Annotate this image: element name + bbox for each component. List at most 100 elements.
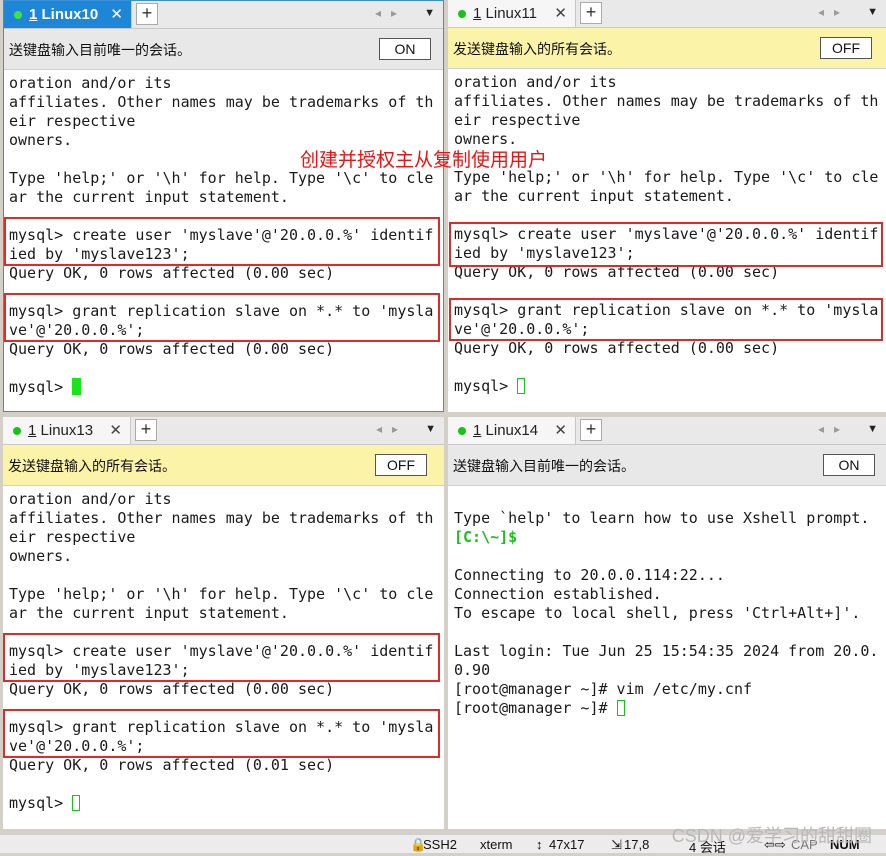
tab-bar: 1 Linux11 ✕ + ◂▸ ▼ <box>448 0 886 28</box>
tab-linux11[interactable]: 1 Linux11 ✕ <box>448 0 576 27</box>
terminal-size-icon: ↕ <box>536 837 543 852</box>
tab-linux14[interactable]: 1 Linux14 ✕ <box>448 417 576 444</box>
highlight-grant-replication <box>3 709 440 758</box>
terminal-line: Type 'help;' or '\h' for help. Type '\c'… <box>9 585 434 603</box>
mysql-prompt: mysql> <box>454 377 518 395</box>
send-input-bar: 送键盘输入目前唯一的会话。 ON <box>4 29 443 70</box>
terminal-line: oration and/or its <box>9 74 172 92</box>
tab-label: Linux14 <box>485 422 539 439</box>
mysql-prompt: mysql> <box>9 378 73 396</box>
send-input-toggle[interactable]: OFF <box>820 37 872 59</box>
tab-linux13[interactable]: 1 Linux13 ✕ <box>3 417 131 444</box>
terminal-line: Last login: Tue Jun 25 15:54:35 2024 fro… <box>454 642 879 660</box>
send-input-bar: 送键盘输入目前唯一的会话。 ON <box>448 445 886 486</box>
tab-scroll-arrows-icon[interactable]: ◂▸ <box>375 6 407 20</box>
terminal-line: oration and/or its <box>454 73 617 91</box>
tab-label: Linux11 <box>485 5 537 22</box>
tab-number: 1 <box>473 5 482 22</box>
terminal-line: Query OK, 0 rows affected (0.00 sec) <box>454 339 780 357</box>
tab-label: Linux10 <box>41 6 99 23</box>
send-input-label: 发送键盘输入的所有会话。 <box>453 41 621 57</box>
terminal-line: [root@manager ~]# vim /etc/my.cnf <box>454 680 753 698</box>
session-pane-linux10[interactable]: 1 Linux10 ✕ + ◂▸ ▼ 送键盘输入目前唯一的会话。 ON orat… <box>3 0 444 412</box>
terminal-line: ar the current input statement. <box>454 187 734 205</box>
connected-status-icon <box>13 427 21 435</box>
terminal-line: eir respective <box>454 111 581 129</box>
send-input-label: 送键盘输入目前唯一的会话。 <box>453 458 635 474</box>
tab-scroll-arrows-icon[interactable]: ◂▸ <box>376 422 408 436</box>
terminal-line: owners. <box>9 547 73 565</box>
cursor-position-icon: ⇲ <box>611 837 622 852</box>
tab-linux10[interactable]: 1 Linux10 ✕ <box>4 1 132 28</box>
tab-menu-dropdown-icon[interactable]: ▼ <box>425 423 436 435</box>
terminal-line: affiliates. Other names may be trademark… <box>9 93 434 111</box>
add-tab-button[interactable]: + <box>580 419 602 441</box>
xshell-local-prompt: [C:\~]$ <box>454 528 518 546</box>
tab-bar: 1 Linux10 ✕ + ◂▸ ▼ <box>4 1 443 29</box>
tab-menu-dropdown-icon[interactable]: ▼ <box>424 7 435 19</box>
tab-number: 1 <box>473 422 482 439</box>
terminal-line: affiliates. Other names may be trademark… <box>9 509 434 527</box>
terminal-cursor <box>72 378 82 395</box>
status-terminal-size: 47x17 <box>549 837 585 852</box>
annotation-label: 创建并授权主从复制使用用户 <box>300 150 548 171</box>
terminal-cursor <box>72 795 81 811</box>
connected-status-icon <box>458 10 466 18</box>
terminal-line: affiliates. Other names may be trademark… <box>454 92 879 110</box>
send-input-bar: 发送键盘输入的所有会话。 OFF <box>3 445 444 486</box>
terminal-line: Query OK, 0 rows affected (0.00 sec) <box>9 680 335 698</box>
tab-scroll-arrows-icon[interactable]: ◂▸ <box>818 422 850 436</box>
watermark: CSDN @爱学习的甜甜圈 <box>671 826 872 846</box>
session-pane-linux14[interactable]: 1 Linux14 ✕ + ◂▸ ▼ 送键盘输入目前唯一的会话。 ON Type… <box>448 417 886 829</box>
highlight-grant-replication <box>4 293 440 342</box>
send-input-toggle[interactable]: OFF <box>375 454 427 476</box>
terminal-output[interactable]: Type `help' to learn how to use Xshell p… <box>454 490 886 829</box>
close-tab-icon[interactable]: ✕ <box>109 421 122 439</box>
tab-label: Linux13 <box>40 422 94 439</box>
terminal-line: Query OK, 0 rows affected (0.00 sec) <box>9 340 335 358</box>
send-input-bar: 发送键盘输入的所有会话。 OFF <box>448 28 886 69</box>
send-input-toggle[interactable]: ON <box>379 38 431 60</box>
terminal-line: Connection established. <box>454 585 662 603</box>
tab-bar: 1 Linux13 ✕ + ◂▸ ▼ <box>3 417 444 445</box>
send-input-toggle[interactable]: ON <box>823 454 875 476</box>
close-tab-icon[interactable]: ✕ <box>110 5 123 23</box>
tab-menu-dropdown-icon[interactable]: ▼ <box>867 423 878 435</box>
add-tab-button[interactable]: + <box>580 2 602 24</box>
close-tab-icon[interactable]: ✕ <box>554 421 567 439</box>
session-pane-linux11[interactable]: 1 Linux11 ✕ + ◂▸ ▼ 发送键盘输入的所有会话。 OFF orat… <box>448 0 886 412</box>
close-tab-icon[interactable]: ✕ <box>554 4 567 22</box>
status-protocol: SSH2 <box>423 837 457 852</box>
tab-menu-dropdown-icon[interactable]: ▼ <box>867 6 878 18</box>
highlight-grant-replication <box>449 298 883 341</box>
send-input-label: 送键盘输入目前唯一的会话。 <box>9 42 191 58</box>
tab-scroll-arrows-icon[interactable]: ◂▸ <box>818 5 850 19</box>
terminal-line: Connecting to 20.0.0.114:22... <box>454 566 725 584</box>
add-tab-button[interactable]: + <box>136 3 158 25</box>
shell-prompt: [root@manager ~]# <box>454 699 617 717</box>
connected-status-icon <box>14 11 22 19</box>
status-terminal-type: xterm <box>480 837 513 852</box>
tab-bar: 1 Linux14 ✕ + ◂▸ ▼ <box>448 417 886 445</box>
session-pane-linux13[interactable]: 1 Linux13 ✕ + ◂▸ ▼ 发送键盘输入的所有会话。 OFF orat… <box>3 417 444 829</box>
terminal-line: ar the current input statement. <box>9 604 289 622</box>
terminal-line: Query OK, 0 rows affected (0.00 sec) <box>9 264 335 282</box>
highlight-create-user <box>4 217 440 266</box>
terminal-cursor <box>517 378 526 394</box>
connected-status-icon <box>458 427 466 435</box>
terminal-line: oration and/or its <box>9 490 172 508</box>
terminal-line: eir respective <box>9 112 136 130</box>
mysql-prompt: mysql> <box>9 794 73 812</box>
add-tab-button[interactable]: + <box>135 419 157 441</box>
terminal-line: Type `help' to learn how to use Xshell p… <box>454 509 870 527</box>
terminal-line: To escape to local shell, press 'Ctrl+Al… <box>454 604 861 622</box>
terminal-line: ar the current input statement. <box>9 188 289 206</box>
terminal-cursor <box>616 700 625 716</box>
